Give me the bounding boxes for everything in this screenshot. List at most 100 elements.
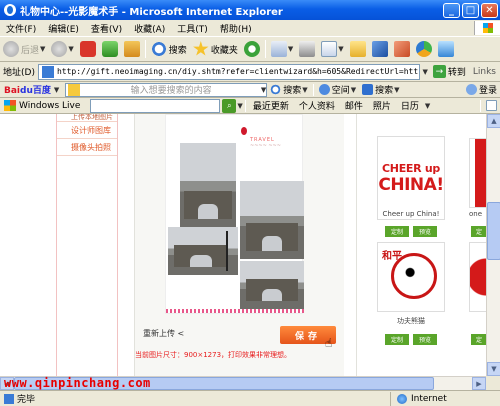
photo-editor: TRAVEL ~~~~ ~~~ 重新上传 < 保存 ☝ 当前图片尺寸：900×1…: [134, 114, 344, 376]
go-button[interactable]: → 转到: [432, 65, 466, 78]
chevron-down-icon[interactable]: ▼: [68, 45, 73, 53]
chevron-down-icon[interactable]: ▼: [237, 102, 242, 110]
edit-button[interactable]: ▼: [318, 38, 346, 60]
chevron-down-icon[interactable]: ▼: [261, 86, 266, 94]
baidu-logo[interactable]: Baidu百度: [0, 83, 53, 96]
photo-arch-1[interactable]: [180, 143, 236, 227]
stop-button[interactable]: [77, 38, 99, 60]
research-button[interactable]: [435, 38, 457, 60]
favorites-label: 收藏夹: [210, 45, 238, 56]
chevron-down-icon[interactable]: ▼: [40, 45, 45, 53]
preview-button[interactable]: 预览: [413, 334, 437, 345]
history-button[interactable]: [241, 38, 263, 60]
home-button[interactable]: [121, 38, 143, 60]
search-button[interactable]: 搜索: [148, 38, 190, 60]
chevron-down-icon[interactable]: ▼: [425, 102, 430, 110]
design-partial-1[interactable]: [469, 138, 486, 208]
msn-button[interactable]: [413, 38, 435, 60]
word-icon: [321, 41, 338, 57]
windows-live-toolbar: Windows Live ⌕ ▼ 最近更新 个人资料 邮件 照片 日历 ▼: [0, 98, 500, 114]
nav-webcam[interactable]: 摄像头拍照: [57, 139, 117, 156]
back-button[interactable]: 后退 ▼: [0, 38, 48, 60]
preview-button[interactable]: 预览: [413, 226, 437, 237]
live-search-input[interactable]: [90, 98, 221, 113]
live-settings-button[interactable]: [483, 99, 500, 113]
search-icon: [270, 84, 282, 95]
menu-favorites[interactable]: 收藏(A): [128, 22, 171, 35]
vertical-scrollbar[interactable]: ▲ ▼: [486, 114, 500, 376]
customize-button[interactable]: 定: [471, 226, 486, 237]
menu-view[interactable]: 查看(V): [85, 22, 128, 35]
chevron-down-icon[interactable]: ▼: [394, 86, 399, 94]
menu-file[interactable]: 文件(F): [0, 22, 42, 35]
chevron-down-icon[interactable]: ▼: [338, 45, 343, 53]
zone-label: Internet: [411, 393, 447, 404]
customize-button[interactable]: 定制: [385, 226, 409, 237]
menu-help[interactable]: 帮助(H): [214, 22, 258, 35]
windows-logo-icon: [474, 21, 500, 35]
live-profile[interactable]: 个人资料: [294, 99, 340, 112]
blocker-icon: [362, 84, 374, 95]
baidu-space-button[interactable]: 空间 ▼: [316, 83, 359, 97]
mail-button[interactable]: ▼: [268, 38, 296, 60]
baidu-login-button[interactable]: 登录: [463, 83, 500, 97]
design-partial-2[interactable]: [469, 242, 486, 312]
close-button[interactable]: ✕: [481, 2, 498, 18]
live-recent-updates[interactable]: 最近更新: [248, 99, 294, 112]
menu-edit[interactable]: 编辑(E): [42, 22, 85, 35]
scroll-down-button[interactable]: ▼: [487, 362, 500, 376]
nav-designer-gallery[interactable]: 设计师图库: [57, 122, 117, 139]
customize-button[interactable]: 定: [471, 334, 486, 345]
maximize-button[interactable]: □: [462, 2, 479, 18]
reupload-link[interactable]: 重新上传 <: [143, 328, 184, 339]
links-button[interactable]: Links: [469, 67, 500, 77]
messenger-button[interactable]: [369, 38, 391, 60]
user-icon: [465, 84, 477, 95]
upload-options-panel: 上传本地图片 设计师图库 摄像头拍照: [56, 114, 118, 376]
scroll-up-button[interactable]: ▲: [487, 114, 500, 128]
search-label: 搜索: [168, 45, 187, 56]
customize-button[interactable]: 定制: [385, 334, 409, 345]
live-search-button[interactable]: ⌕: [222, 98, 237, 113]
minimize-button[interactable]: _: [443, 2, 460, 18]
live-mail[interactable]: 邮件: [340, 99, 368, 112]
folder-button[interactable]: [347, 38, 369, 60]
refresh-icon: [101, 41, 118, 57]
forward-button[interactable]: ▼: [48, 38, 76, 60]
live-photos[interactable]: 照片: [368, 99, 396, 112]
live-calendar[interactable]: 日历: [396, 99, 424, 112]
design-kungfu-panda[interactable]: 和平: [377, 242, 445, 312]
baidu-search-input[interactable]: 输入想要搜索的内容 ▼: [65, 82, 268, 97]
tool-button[interactable]: [391, 38, 413, 60]
design-gallery-panel: CHEER up CHINA! Cheer up China! 定制 预览 和平…: [356, 114, 486, 376]
design-cheer-up-china[interactable]: CHEER up CHINA!: [377, 136, 445, 220]
baidu-logo-part-b: du百度: [20, 86, 51, 96]
chevron-down-icon[interactable]: ▼: [302, 86, 307, 94]
vertical-scroll-thumb[interactable]: [487, 202, 500, 260]
panda-icon: [401, 262, 427, 288]
bead-border: [166, 309, 304, 313]
chevron-down-icon[interactable]: ▼: [288, 45, 293, 53]
photo-arch-3[interactable]: [168, 227, 238, 275]
arch-shape: [174, 245, 228, 268]
url-input[interactable]: http://gift.neoimaging.cn/diy.shtm?refer…: [37, 63, 421, 80]
nav-upload-local[interactable]: 上传本地图片: [57, 114, 117, 122]
collage-canvas[interactable]: TRAVEL ~~~~ ~~~: [165, 114, 304, 314]
baidu-search2-button[interactable]: 搜索 ▼: [359, 83, 402, 97]
chevron-down-icon[interactable]: ▼: [422, 68, 427, 76]
print-button[interactable]: [296, 38, 318, 60]
favorites-button[interactable]: 收藏夹: [190, 38, 241, 60]
baidu-search-label: 搜索: [283, 86, 302, 96]
windows-live-logo[interactable]: Windows Live: [0, 100, 84, 111]
scroll-right-button[interactable]: ▶: [472, 377, 486, 390]
baidu-search-button[interactable]: 搜索 ▼: [267, 83, 310, 97]
toolbar-divider: [312, 83, 314, 96]
photo-arch-4[interactable]: [240, 261, 304, 309]
menu-tools[interactable]: 工具(T): [171, 22, 214, 35]
photo-arch-2[interactable]: [240, 181, 304, 259]
window-title: 礼物中心--光影魔术手 - Microsoft Internet Explore…: [20, 6, 283, 18]
chevron-down-icon[interactable]: ▼: [351, 86, 356, 94]
chevron-down-icon[interactable]: ▼: [54, 86, 59, 94]
refresh-button[interactable]: [99, 38, 121, 60]
reupload-label: 重新上传: [143, 329, 175, 338]
